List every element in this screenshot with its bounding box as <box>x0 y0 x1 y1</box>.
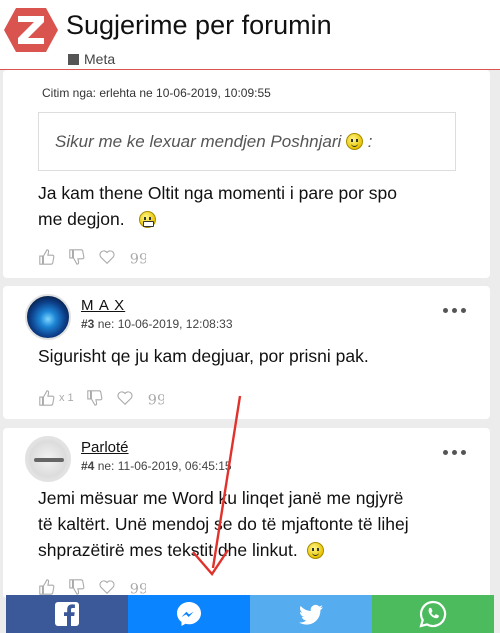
share-twitter-button[interactable] <box>250 595 372 633</box>
share-whatsapp-button[interactable] <box>372 595 494 633</box>
like-count: x 1 <box>59 392 74 404</box>
post-body-line: Jemi mësuar me Word ku linqet janë me ng… <box>38 488 404 508</box>
heart-button[interactable] <box>116 389 134 407</box>
author-link[interactable]: M A X <box>81 297 125 314</box>
dislike-button[interactable] <box>86 389 104 407</box>
share-bar <box>6 595 494 633</box>
like-icon <box>39 579 55 595</box>
facebook-icon <box>55 602 79 626</box>
heart-icon <box>99 580 115 595</box>
post-date: 10-06-2019, 12:08:33 <box>117 317 233 331</box>
date-prefix: ne: <box>97 459 115 473</box>
post-body-line: Ja kam thene Oltit nga momenti i pare po… <box>38 183 397 203</box>
post-body-line: me degjon. <box>38 209 125 229</box>
quote-button[interactable]: 99 <box>128 248 146 266</box>
post-actions: 99 <box>38 578 146 596</box>
post-body: Sigurisht qe ju kam degjuar, por prisni … <box>38 346 369 366</box>
svg-text:99: 99 <box>130 251 146 266</box>
quote-icon: 99 <box>147 392 163 407</box>
quote-icon: 99 <box>130 581 146 596</box>
like-icon <box>39 249 55 265</box>
category-label: Meta <box>84 51 116 67</box>
share-facebook-button[interactable] <box>6 595 128 633</box>
dislike-icon <box>69 249 85 265</box>
twitter-icon <box>299 604 323 625</box>
forum-logo-icon[interactable] <box>4 8 58 52</box>
quote-button[interactable]: 99 <box>128 578 146 596</box>
smiley-icon <box>307 542 325 559</box>
quote-suffix: : <box>367 132 373 151</box>
dislike-icon <box>69 579 85 595</box>
avatar[interactable] <box>25 294 71 340</box>
quote-button[interactable]: 99 <box>146 389 163 407</box>
whatsapp-icon <box>419 600 447 628</box>
svg-text:99: 99 <box>147 392 163 407</box>
post-meta: #4 ne: 11-06-2019, 06:45:15 <box>81 459 232 473</box>
svg-text:99: 99 <box>130 581 146 596</box>
author-link[interactable]: Parloté <box>81 439 129 456</box>
like-icon <box>39 390 55 406</box>
post-date: 11-06-2019, 06:45:15 <box>117 459 232 473</box>
more-options-button[interactable] <box>443 450 466 455</box>
share-messenger-button[interactable] <box>128 595 250 633</box>
post-card: M A X #3 ne: 10-06-2019, 12:08:33 Siguri… <box>3 286 490 419</box>
post-body-line: shprazëtirë mes tekstit dhe linkut. <box>38 540 298 560</box>
more-options-button[interactable] <box>443 308 466 313</box>
post-card: Parloté #4 ne: 11-06-2019, 06:45:15 Jemi… <box>3 428 490 598</box>
quote-block: Sikur me ke lexuar mendjen Poshnjari : <box>38 112 456 171</box>
post-number[interactable]: #3 <box>81 317 94 331</box>
like-button[interactable] <box>38 248 56 266</box>
quote-icon: 99 <box>130 251 146 266</box>
like-button[interactable]: x 1 <box>38 389 74 407</box>
heart-icon <box>99 250 115 265</box>
messenger-icon <box>177 602 201 626</box>
smiley-icon <box>346 133 364 150</box>
quote-header: Citim nga: erlehta ne 10-06-2019, 10:09:… <box>42 86 271 100</box>
post-actions: 99 <box>38 248 146 266</box>
quote-text-line: Sikur me ke lexuar mendjen Poshnjari : <box>55 132 373 152</box>
post-body-line-3: shprazëtirë mes tekstit dhe linkut. <box>38 537 409 563</box>
category-square-icon <box>68 53 79 65</box>
heart-button[interactable] <box>98 248 116 266</box>
post-body-line: të kaltërt. Unë mendoj se do të mjaftont… <box>38 514 409 534</box>
app-header: Sugjerime per forumin Meta <box>0 0 500 70</box>
post-number[interactable]: #4 <box>81 459 94 473</box>
post-body: Jemi mësuar me Word ku linqet janë me ng… <box>38 485 409 563</box>
category-link[interactable]: Meta <box>68 51 115 67</box>
page-title: Sugjerime per forumin <box>66 10 332 40</box>
quote-text: Sikur me ke lexuar mendjen Poshnjari <box>55 132 342 151</box>
dislike-button[interactable] <box>68 578 86 596</box>
page: Sugjerime per forumin Meta Citim nga: er… <box>0 0 500 633</box>
heart-button[interactable] <box>98 578 116 596</box>
dislike-button[interactable] <box>68 248 86 266</box>
date-prefix: ne: <box>97 317 115 331</box>
post-body: Ja kam thene Oltit nga momenti i pare po… <box>38 180 397 232</box>
post-card: Citim nga: erlehta ne 10-06-2019, 10:09:… <box>3 70 490 278</box>
post-actions: x 1 99 <box>38 389 164 407</box>
post-meta: #3 ne: 10-06-2019, 12:08:33 <box>81 317 233 331</box>
heart-icon <box>117 391 133 406</box>
post-body-line-2: me degjon. <box>38 206 397 232</box>
dislike-icon <box>86 390 103 406</box>
like-button[interactable] <box>38 578 56 596</box>
avatar[interactable] <box>25 436 71 482</box>
grimace-smiley-icon <box>139 211 157 228</box>
